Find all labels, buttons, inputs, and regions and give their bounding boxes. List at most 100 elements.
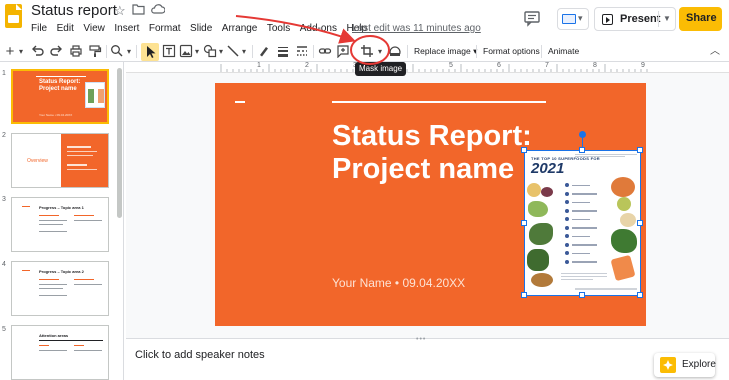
slide-title-line: Status Report: [332,120,532,152]
food-illustration [617,197,631,211]
explore-button[interactable]: Explore [654,353,716,377]
ruler-number: 1 [257,62,261,69]
superfood-list-item [565,181,609,190]
menu-add-ons[interactable]: Add-ons [300,23,337,34]
notes-resize-handle[interactable]: ••• [416,336,426,343]
image-dropdown-icon[interactable]: ▾ [193,44,201,60]
collapse-toolbar-icon[interactable]: ︿ [708,44,722,60]
ruler-number: 5 [449,62,453,69]
image-footnote [561,271,607,280]
resize-handle-w[interactable] [521,220,527,226]
slide-thumbnail-3[interactable]: Progress – Topic area 1 [11,197,109,252]
border-weight-icon[interactable] [276,44,290,60]
zoom-icon[interactable] [110,44,124,60]
menu-tools[interactable]: Tools [267,23,290,34]
superfood-list-item [565,190,609,199]
superfood-list-item [565,198,609,207]
insert-image-icon[interactable] [179,44,193,60]
move-folder-icon[interactable] [132,3,145,18]
food-illustration [527,183,541,197]
ruler-number: 7 [545,62,549,69]
mask-image-dropdown-icon[interactable]: ▾ [376,44,384,60]
comment-history-icon [524,11,540,27]
speaker-notes[interactable]: ••• Click to add speaker notes [126,336,729,380]
menu-file[interactable]: File [31,23,47,34]
menu-insert[interactable]: Insert [114,23,139,34]
reset-image-icon[interactable] [388,44,402,60]
ruler-number: 9 [641,62,645,69]
resize-handle-e[interactable] [637,220,643,226]
insert-link-icon[interactable] [318,44,332,60]
animate-button[interactable]: Animate [548,46,579,56]
food-illustration [527,249,549,271]
menu-arrange[interactable]: Arrange [222,23,258,34]
replace-image-button[interactable]: Replace image ▾ [414,46,477,57]
selected-image[interactable]: THE TOP 10 SUPERFOODS FOR 2021 [524,150,641,296]
redo-icon[interactable] [50,44,64,60]
present-dropdown-icon[interactable]: ▼ [663,14,671,23]
shape-dropdown-icon[interactable]: ▾ [217,44,225,60]
resize-handle-se[interactable] [637,292,643,298]
crop-icon[interactable] [360,44,374,60]
new-slide-icon[interactable]: + [4,44,16,60]
select-tool-button[interactable] [141,43,159,61]
cloud-status-icon[interactable] [150,3,166,18]
ruler-number: 2 [305,62,309,69]
food-illustration [531,273,553,287]
text-box-icon[interactable] [162,44,176,60]
resize-handle-ne[interactable] [637,147,643,153]
border-color-icon[interactable] [257,44,271,60]
resize-handle-s[interactable] [579,292,585,298]
slide-thumbnail-2[interactable]: Overview [11,133,109,188]
last-edit-link[interactable]: Last edit was 11 minutes ago [352,23,481,34]
star-icon[interactable]: ☆ [114,3,126,19]
present-button[interactable]: Present ▼ [594,7,676,31]
slide-thumbnail-4[interactable]: Progress – Topic area 2 [11,261,109,316]
shape-icon[interactable] [203,44,217,60]
resize-handle-nw[interactable] [521,147,527,153]
image-year: 2021 [531,160,565,177]
ruler-number: 6 [497,62,501,69]
explore-icon [660,357,676,373]
menu-view[interactable]: View [83,23,105,34]
image-fineprint [575,153,637,159]
food-illustration [611,177,635,197]
format-options-button[interactable]: Format options [483,46,540,56]
rotate-handle[interactable] [579,131,586,138]
thumb-subtitle: Your Name • 09.04.20XX [39,113,73,117]
slide-thumbnail-5[interactable]: Attention areas [11,325,109,380]
menu-format[interactable]: Format [149,23,181,34]
border-dash-icon[interactable] [295,44,309,60]
new-slide-dropdown-icon[interactable]: ▾ [17,44,25,60]
undo-icon[interactable] [31,44,45,60]
slide-thumbnail-1[interactable]: Status Report: Project name Your Name • … [11,69,109,124]
slide-number: 5 [2,326,6,333]
present-to-meeting-button[interactable]: ▾ [557,8,589,30]
accent-line [235,101,245,103]
menu-edit[interactable]: Edit [57,23,74,34]
horizontal-ruler: 1 2 3 4 5 6 7 8 9 [126,62,729,73]
slides-editor: Status report ☆ File Edit View Insert Fo… [0,0,729,380]
superfood-list-item [565,224,609,233]
zoom-dropdown-icon[interactable]: ▾ [125,44,133,60]
filmstrip-scrollbar[interactable] [117,68,122,218]
slide-subtitle[interactable]: Your Name • 09.04.20XX [332,276,465,290]
line-dropdown-icon[interactable]: ▾ [240,44,248,60]
document-title[interactable]: Status report [31,2,117,19]
share-button[interactable]: Share [679,7,722,31]
print-icon[interactable] [69,44,83,60]
resize-handle-n[interactable] [579,147,585,153]
slides-logo[interactable] [5,4,22,28]
paint-format-icon[interactable] [88,44,102,60]
menu-bar: File Edit View Insert Format Slide Arran… [31,23,377,34]
thumb-title: Status Report: Project name [39,79,81,92]
add-comment-icon[interactable] [336,44,350,60]
thumb-image [85,82,105,108]
line-icon[interactable] [226,44,240,60]
food-illustration [541,187,553,197]
superfood-list [565,181,609,266]
slide-number: 3 [2,196,6,203]
menu-slide[interactable]: Slide [190,23,212,34]
resize-handle-sw[interactable] [521,292,527,298]
comments-button[interactable] [522,9,546,29]
